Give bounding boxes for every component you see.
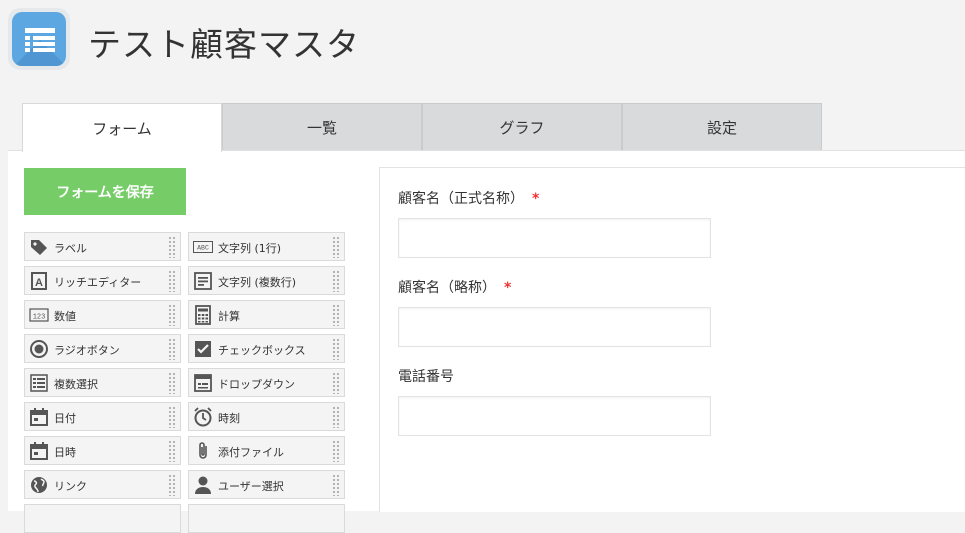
palette-item-name: 日時 [54, 446, 76, 459]
palette-item-datetime[interactable]: 日時 [24, 436, 181, 465]
palette-item-name: ラジオボタン [54, 344, 120, 357]
palette-item-multi-line-text[interactable]: 文字列 (複数行) [188, 266, 345, 295]
label-tag-icon [31, 240, 47, 255]
rich-editor-icon: A [31, 272, 47, 290]
field-label-customer-short-name: 顧客名（略称） * [398, 277, 511, 297]
drag-handle[interactable] [168, 372, 176, 394]
required-mark: * [504, 280, 512, 296]
radio-button-icon [30, 340, 48, 358]
drag-handle[interactable] [168, 338, 176, 360]
drag-handle[interactable] [168, 304, 176, 326]
page-title: テスト顧客マスタ [88, 25, 360, 64]
multi-select-icon [30, 374, 48, 392]
clock-icon [194, 407, 212, 427]
tab-bar: フォーム 一覧 グラフ 設定 [22, 103, 822, 152]
form-editor-panel: フォームを保存 ラベル A リッチエディター 123 数値 ラジオボタン 複数選… [8, 150, 965, 533]
required-mark: * [532, 191, 540, 207]
palette-item-name: ドロップダウン [218, 378, 295, 391]
palette-item-name: 文字列 (1行) [218, 242, 282, 255]
palette-item-name: 複数選択 [54, 378, 98, 391]
field-label-text: 電話番号 [398, 369, 454, 385]
palette-item-time[interactable]: 時刻 [188, 402, 345, 431]
field-label-text: 顧客名（正式名称） [398, 191, 524, 207]
drag-handle[interactable] [332, 236, 340, 258]
list-app-icon[interactable] [8, 8, 70, 70]
palette-item-calculation[interactable]: 計算 [188, 300, 345, 329]
dropdown-icon [194, 374, 212, 392]
drag-handle[interactable] [332, 270, 340, 292]
field-label-customer-full-name: 顧客名（正式名称） * [398, 188, 539, 208]
tab-settings[interactable]: 設定 [622, 103, 822, 151]
link-globe-icon [31, 477, 47, 493]
drag-handle[interactable] [332, 338, 340, 360]
palette-item-single-line-text[interactable]: ABC 文字列 (1行) [188, 232, 345, 261]
palette-item-name: 数値 [54, 310, 76, 323]
palette-item-checkbox[interactable]: チェックボックス [188, 334, 345, 363]
palette-item-user-select[interactable]: ユーザー選択 [188, 470, 345, 499]
palette-item-name: チェックボックス [218, 344, 306, 357]
palette-item-name: リンク [54, 480, 87, 493]
palette-item-label[interactable]: ラベル [24, 232, 181, 261]
app-header: テスト顧客マスタ [0, 0, 965, 95]
drag-handle[interactable] [168, 474, 176, 496]
svg-text:ABC: ABC [197, 245, 209, 252]
palette-item-link[interactable]: リンク [24, 470, 181, 499]
calculator-icon [195, 305, 211, 325]
field-label-phone-number: 電話番号 [398, 366, 454, 386]
palette-item-name: 日付 [54, 412, 76, 425]
palette-item-name: 計算 [218, 310, 240, 323]
drag-handle[interactable] [168, 406, 176, 428]
single-line-text-icon: ABC [193, 241, 213, 253]
tab-form[interactable]: フォーム [22, 103, 222, 152]
drag-handle[interactable] [168, 270, 176, 292]
paperclip-icon [199, 442, 207, 459]
datetime-icon [30, 442, 48, 460]
drag-handle[interactable] [168, 236, 176, 258]
user-icon [195, 476, 211, 494]
drag-handle[interactable] [168, 440, 176, 462]
multi-line-text-icon [194, 272, 212, 290]
drag-handle[interactable] [332, 372, 340, 394]
palette-item-name: リッチエディター [54, 276, 142, 289]
save-form-button[interactable]: フォームを保存 [24, 168, 186, 215]
palette-item-number[interactable]: 123 数値 [24, 300, 181, 329]
svg-text:A: A [35, 277, 43, 289]
field-label-text: 顧客名（略称） [398, 280, 496, 296]
palette-item-name: ユーザー選択 [218, 480, 284, 493]
drag-handle[interactable] [332, 440, 340, 462]
svg-text:123: 123 [33, 314, 46, 322]
palette-item-partial[interactable] [188, 504, 345, 533]
date-icon [30, 408, 48, 426]
palette-item-name: ラベル [54, 242, 87, 255]
tab-list[interactable]: 一覧 [222, 103, 422, 151]
palette-item-partial[interactable] [24, 504, 181, 533]
form-layout-canvas[interactable]: 顧客名（正式名称） * 顧客名（略称） * 電話番号 [379, 167, 965, 512]
checkbox-icon [195, 341, 211, 357]
drag-handle[interactable] [332, 304, 340, 326]
drag-handle[interactable] [332, 406, 340, 428]
palette-item-radio[interactable]: ラジオボタン [24, 334, 181, 363]
palette-item-date[interactable]: 日付 [24, 402, 181, 431]
palette-item-dropdown[interactable]: ドロップダウン [188, 368, 345, 397]
tab-graph[interactable]: グラフ [422, 103, 622, 151]
customer-full-name-field[interactable] [398, 218, 711, 258]
customer-short-name-field[interactable] [398, 307, 711, 347]
palette-item-name: 文字列 (複数行) [218, 276, 297, 289]
palette-item-attachment[interactable]: 添付ファイル [188, 436, 345, 465]
palette-item-multi-select[interactable]: 複数選択 [24, 368, 181, 397]
palette-item-name: 添付ファイル [218, 446, 284, 459]
number-icon: 123 [29, 308, 49, 322]
drag-handle[interactable] [332, 474, 340, 496]
phone-number-field[interactable] [398, 396, 711, 436]
palette-item-rich-editor[interactable]: A リッチエディター [24, 266, 181, 295]
palette-item-name: 時刻 [218, 412, 240, 425]
